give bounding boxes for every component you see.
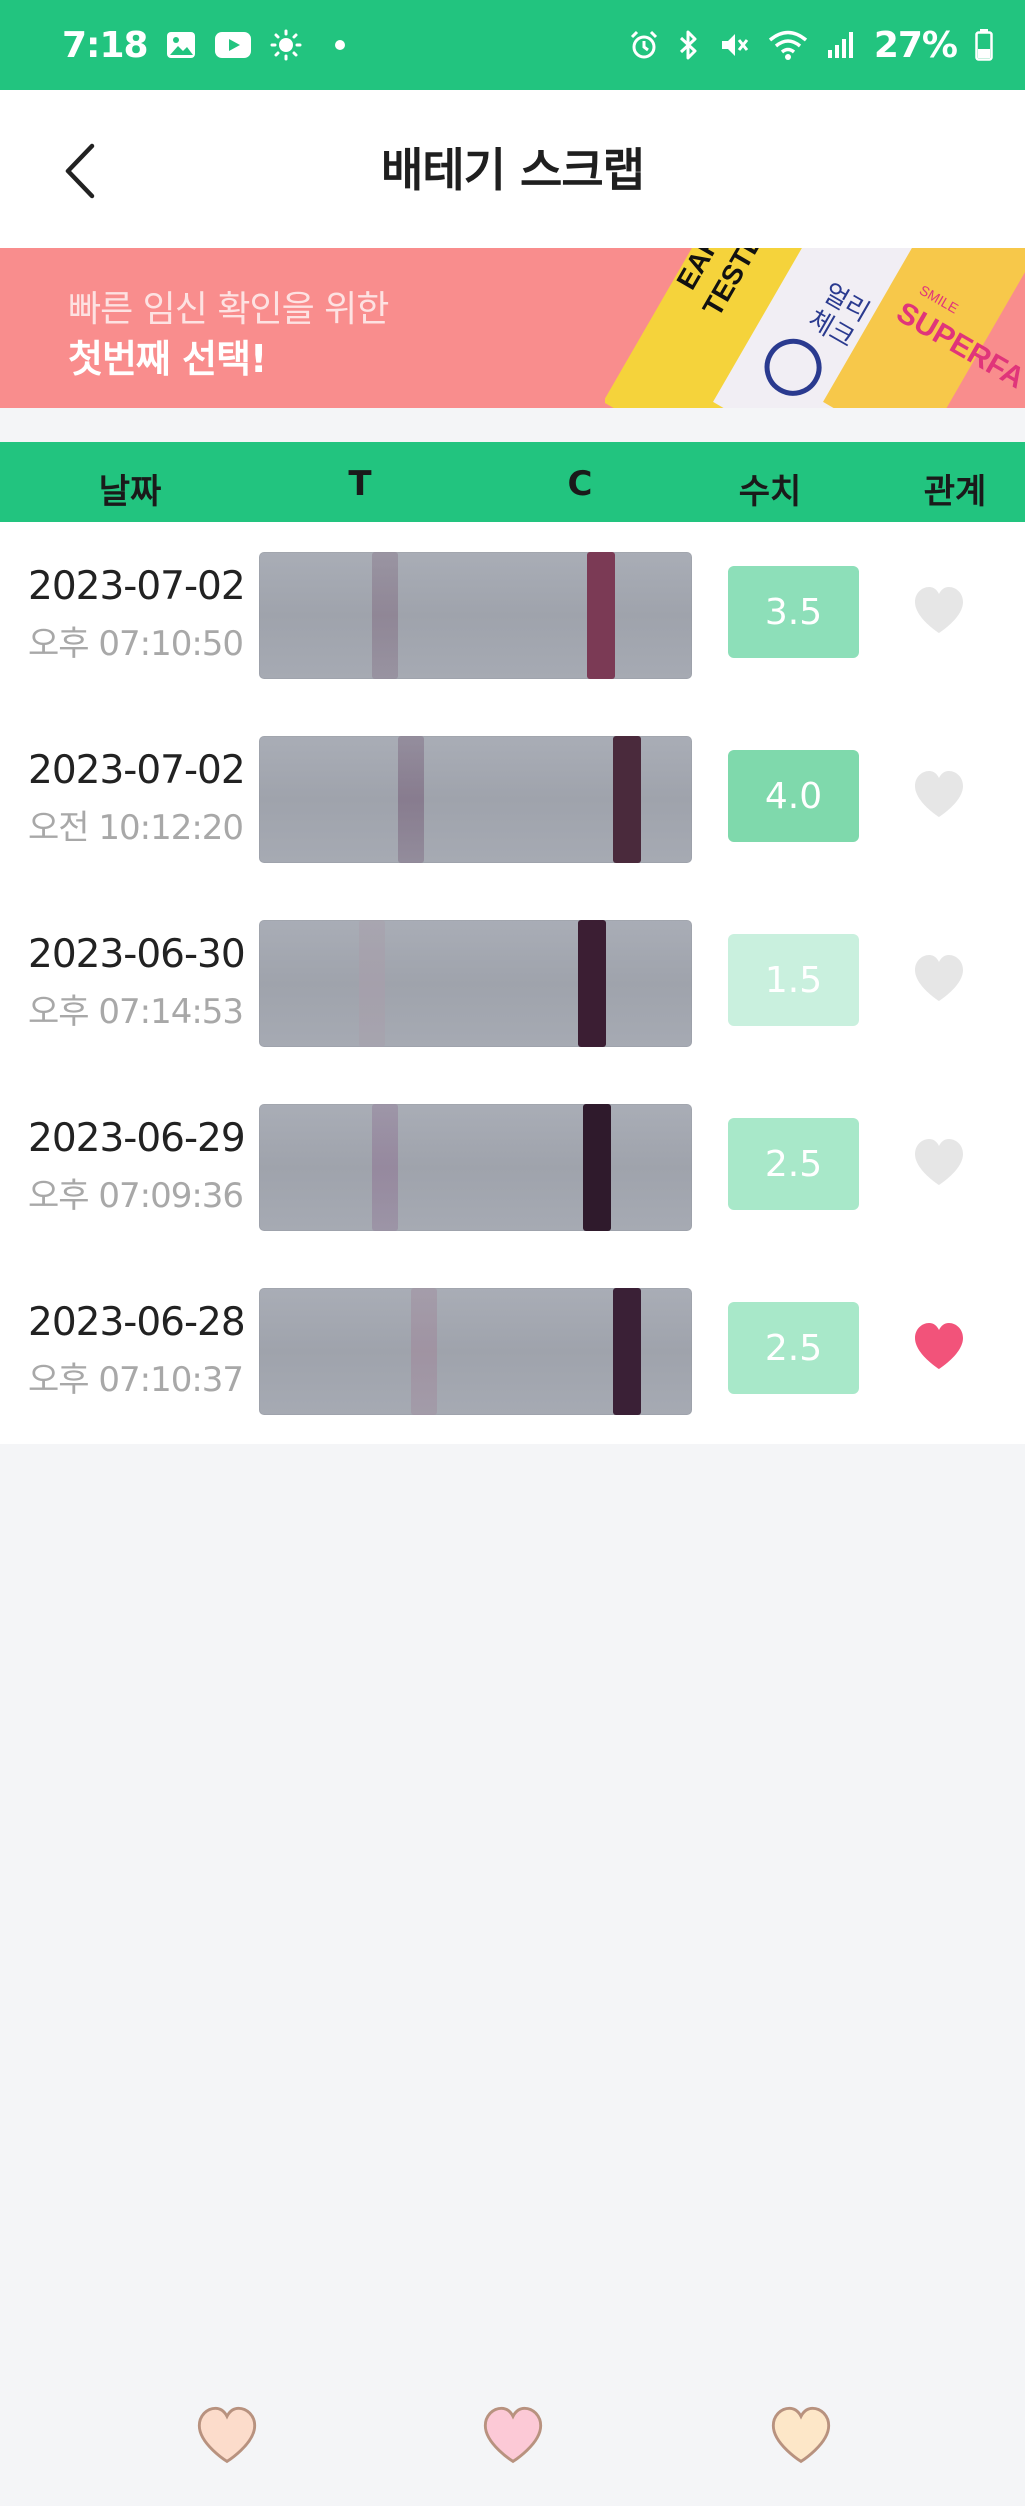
row-time: 오후 07:10:50: [28, 624, 244, 664]
row-time: 오후 07:09:36: [28, 1176, 244, 1216]
nav-heart-2[interactable]: [479, 2406, 547, 2466]
t-line: [411, 1288, 437, 1415]
heart-filled-icon[interactable]: [912, 1321, 966, 1373]
banner-line1: 빠른 임신 확인을 위한: [68, 289, 389, 330]
alarm-icon: [628, 29, 660, 61]
c-line: [613, 1288, 641, 1415]
row-date: 2023-07-02: [28, 564, 246, 609]
heart-outline-icon[interactable]: [912, 769, 966, 821]
heart-outline-icon[interactable]: [912, 585, 966, 637]
header-c: C: [567, 464, 593, 504]
table-row[interactable]: 2023-06-28 오후 07:10:37 2.5: [0, 1258, 1025, 1442]
table-row[interactable]: 2023-06-29 오후 07:09:36 2.5: [0, 1074, 1025, 1258]
status-right: 27%: [628, 25, 993, 66]
row-date: 2023-07-02: [28, 748, 246, 793]
header-date: 날짜: [98, 472, 162, 512]
page-title: 배테기 스크랩: [381, 143, 645, 197]
row-date: 2023-06-30: [28, 932, 246, 977]
battery-icon: [975, 29, 993, 61]
t-line: [372, 1104, 398, 1231]
c-line: [613, 736, 641, 863]
signal-icon: [826, 30, 856, 60]
table-row[interactable]: 2023-06-30 오후 07:14:53 1.5: [0, 890, 1025, 1074]
header-value: 수치: [738, 472, 802, 512]
row-time: 오후 07:10:37: [28, 1360, 244, 1400]
status-left: 7:18: [62, 25, 350, 66]
value-badge: 1.5: [728, 934, 859, 1026]
test-strip-image[interactable]: [259, 1104, 692, 1231]
table-row[interactable]: 2023-07-02 오전 10:12:20 4.0: [0, 706, 1025, 890]
value-badge: 2.5: [728, 1118, 859, 1210]
row-time: 오전 10:12:20: [28, 808, 244, 848]
banner-line2: 첫번째 선택!: [68, 337, 267, 381]
test-strip-image[interactable]: [259, 920, 692, 1047]
header-t: T: [348, 464, 372, 504]
banner-product-image: EARLY TESTER 얼리 체크 SMILE SUPERFA: [605, 248, 1025, 408]
value-badge: 3.5: [728, 566, 859, 658]
battery-percent: 27%: [873, 24, 958, 66]
scrap-list: 2023-07-02 오후 07:10:50 3.5 2023-07-02 오전…: [0, 522, 1025, 1444]
brightness-icon: [270, 29, 302, 61]
nav-heart-1[interactable]: [193, 2406, 261, 2466]
c-line: [583, 1104, 611, 1231]
table-header: 날짜 T C 수치 관계: [0, 442, 1025, 522]
c-line: [587, 552, 615, 679]
c-line: [578, 920, 606, 1047]
bluetooth-icon: [678, 29, 700, 61]
dot-icon: [320, 39, 350, 51]
value-badge: 4.0: [728, 750, 859, 842]
mute-icon: [718, 29, 750, 61]
ad-banner[interactable]: 빠른 임신 확인을 위한 첫번째 선택! EARLY TESTER 얼리 체크 …: [0, 248, 1025, 408]
youtube-icon: [214, 31, 252, 59]
t-line: [372, 552, 398, 679]
app-header: 배테기 스크랩: [0, 90, 1025, 248]
bottom-nav: [0, 2380, 1025, 2506]
row-date: 2023-06-28: [28, 1300, 246, 1345]
nav-heart-3[interactable]: [767, 2406, 835, 2466]
t-line: [398, 736, 424, 863]
row-date: 2023-06-29: [28, 1116, 246, 1161]
heart-outline-icon[interactable]: [912, 953, 966, 1005]
status-bar: 7:18 27%: [0, 0, 1025, 90]
value-badge: 2.5: [728, 1302, 859, 1394]
wifi-icon: [768, 29, 808, 61]
status-time: 7:18: [62, 24, 149, 66]
test-strip-image[interactable]: [259, 736, 692, 863]
test-strip-image[interactable]: [259, 1288, 692, 1415]
test-strip-image[interactable]: [259, 552, 692, 679]
row-time: 오후 07:14:53: [28, 992, 244, 1032]
t-line: [359, 920, 385, 1047]
header-relation: 관계: [923, 472, 987, 512]
section-gap: [0, 408, 1025, 442]
heart-outline-icon[interactable]: [912, 1137, 966, 1189]
table-row[interactable]: 2023-07-02 오후 07:10:50 3.5: [0, 522, 1025, 706]
image-icon: [166, 31, 196, 59]
